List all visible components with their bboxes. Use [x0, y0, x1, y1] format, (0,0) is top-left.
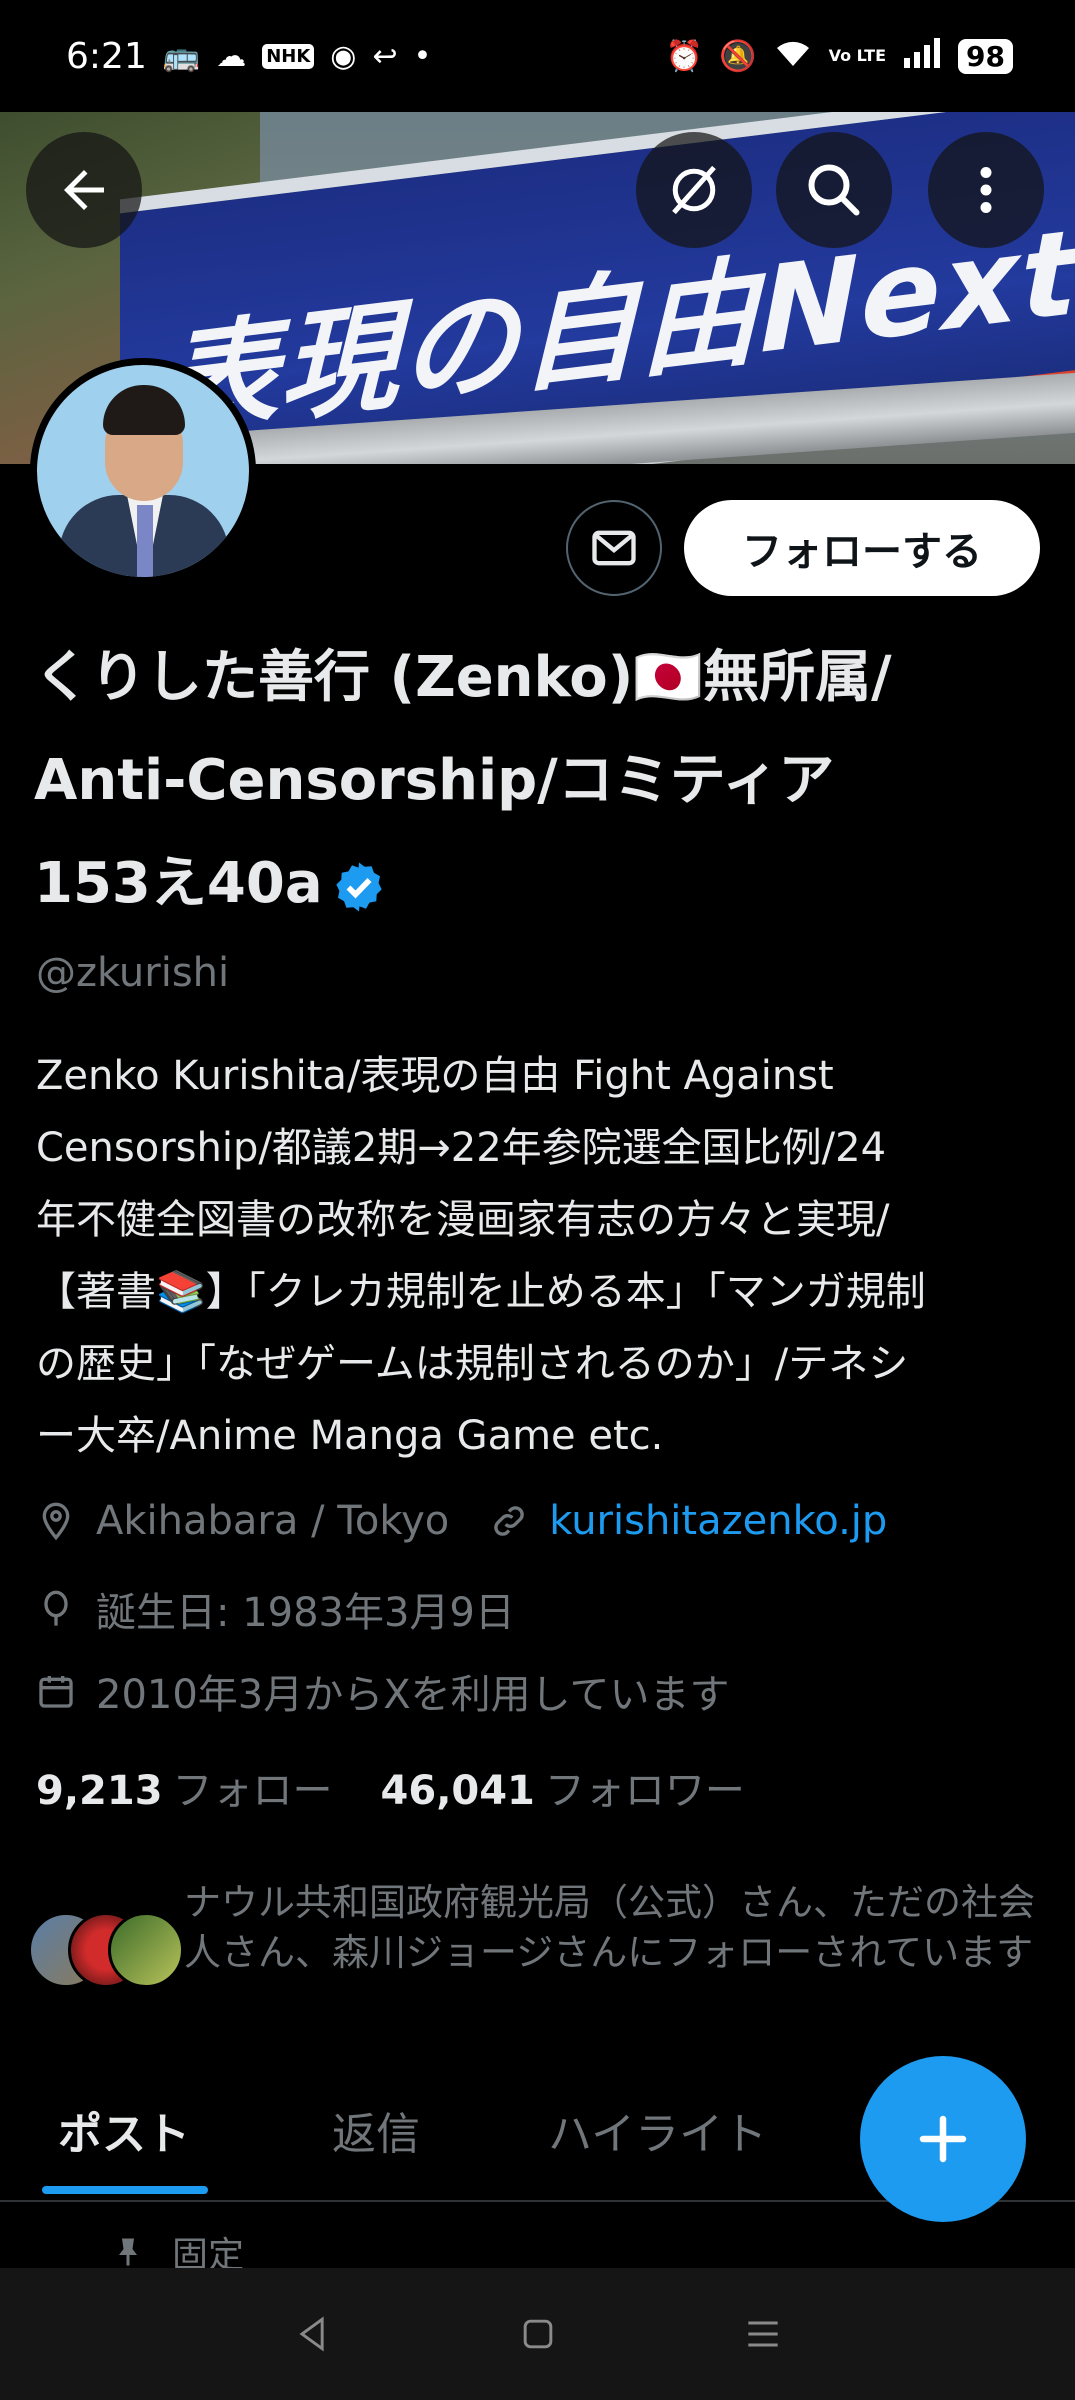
following-count-link[interactable]: 9,213 フォロー	[36, 1758, 333, 1816]
reply-notification-icon: ↩	[372, 38, 398, 74]
profile-birthday-row: 誕生日: 1983年3月9日	[36, 1580, 515, 1638]
bus-notification-icon: 🚌	[162, 38, 201, 74]
joined-text: 2010年3月からXを利用しています	[96, 1672, 730, 1718]
mail-icon	[592, 530, 636, 566]
more-options-button[interactable]	[928, 132, 1044, 248]
birthday-text: 誕生日: 1983年3月9日	[96, 1590, 515, 1636]
more-vertical-icon	[980, 167, 992, 213]
nhk-notification-icon: NHK	[262, 43, 315, 69]
status-time: 6:21	[66, 35, 147, 77]
display-name-line3: 153え40a	[34, 851, 323, 916]
active-tab-indicator	[42, 2186, 208, 2194]
message-button[interactable]	[566, 500, 662, 596]
following-count: 9,213	[36, 1768, 163, 1814]
profile-bio: Zenko Kurishita/表現の自由 Fight Against Cens…	[36, 1053, 926, 1459]
tab-highlights[interactable]: ハイライト	[548, 2098, 767, 2162]
follow-button[interactable]: フォローする	[684, 500, 1040, 596]
pin-icon	[119, 2238, 137, 2266]
search-button[interactable]	[776, 132, 892, 248]
following-label: フォロー	[172, 1768, 333, 1814]
calendar-icon	[39, 1676, 73, 1708]
followers-count: 46,041	[380, 1768, 535, 1814]
wifi-icon	[773, 36, 813, 76]
nav-recents-icon[interactable]	[741, 2312, 785, 2356]
more-notifications-dot-icon: •	[413, 38, 432, 74]
compose-post-button[interactable]	[860, 2056, 1026, 2222]
tab-replies[interactable]: 返信	[332, 2098, 420, 2162]
grok-button[interactable]	[636, 132, 752, 248]
display-name-line1: くりした善行 (Zenko)🇯🇵無所属/	[34, 645, 892, 710]
nav-home-icon[interactable]	[516, 2312, 560, 2356]
follower-avatar	[108, 1912, 184, 1988]
plus-icon	[919, 2115, 967, 2163]
app-notification-icon: ◉	[330, 38, 357, 74]
followers-label: フォロワー	[544, 1768, 745, 1814]
birthday-balloon-icon	[44, 1590, 68, 1626]
location-icon	[42, 1502, 70, 1541]
display-name: くりした善行 (Zenko)🇯🇵無所属/ Anti-Censorship/コミテ…	[34, 626, 1034, 935]
nav-back-icon[interactable]	[291, 2312, 335, 2356]
profile-avatar[interactable]	[30, 358, 256, 584]
system-navigation-bar	[0, 2268, 1075, 2400]
weather-icon: ☁	[216, 38, 247, 74]
mute-icon: 🔕	[719, 38, 757, 74]
location-text: Akihabara / Tokyo	[96, 1498, 450, 1544]
followed-by-avatars[interactable]	[28, 1912, 184, 1988]
user-handle: @zkurishi	[36, 950, 230, 996]
alarm-icon: ⏰	[665, 38, 704, 74]
profile-location-row: Akihabara / Tokyo kurishitazenko.jp	[36, 1498, 887, 1544]
profile-joined-row: 2010年3月からXを利用しています	[36, 1662, 729, 1720]
signal-icon	[902, 36, 942, 76]
volte-indicator: Vo LTE	[828, 46, 887, 65]
status-bar: 6:21 🚌 ☁ NHK ◉ ↩ • ⏰ 🔕 Vo LTE 98	[0, 0, 1075, 112]
back-button[interactable]	[26, 132, 142, 248]
back-arrow-icon	[64, 170, 104, 210]
website-link[interactable]: kurishitazenko.jp	[549, 1498, 887, 1544]
follow-counts: 9,213 フォロー 46,041 フォロワー	[36, 1758, 745, 1816]
display-name-line2: Anti-Censorship/コミティア	[34, 748, 835, 813]
followers-count-link[interactable]: 46,041 フォロワー	[381, 1758, 745, 1816]
tab-posts[interactable]: ポスト	[58, 2098, 190, 2162]
battery-indicator: 98	[958, 38, 1013, 74]
grok-icon	[672, 165, 716, 215]
verified-badge-icon[interactable]	[331, 859, 387, 915]
link-icon	[494, 1506, 524, 1536]
followed-by-text[interactable]: ナウル共和国政府観光局（公式）さん、ただの社会人さん、森川ジョージさんにフォロー…	[184, 1878, 1044, 1978]
search-icon	[808, 164, 860, 216]
